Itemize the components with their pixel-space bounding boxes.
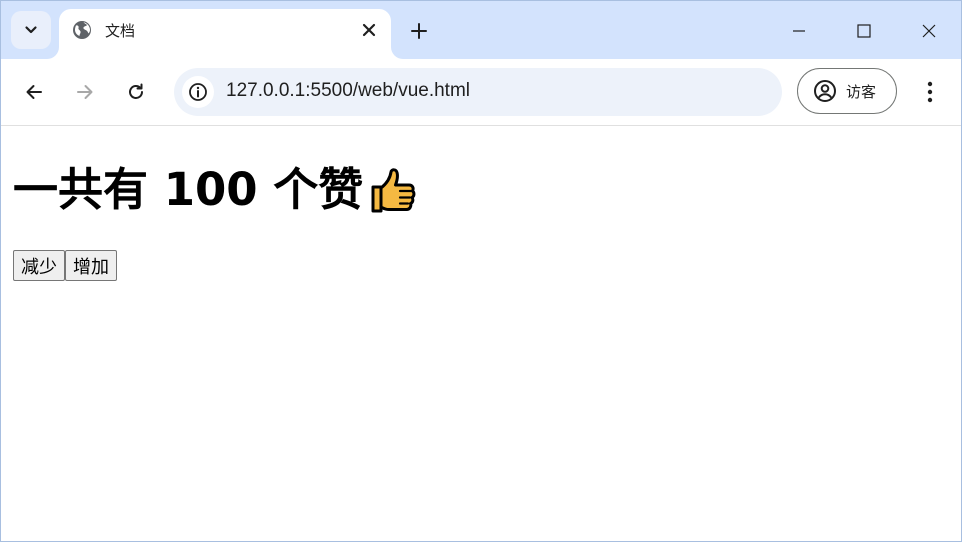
- likes-heading: 一共有 100 个赞: [13, 164, 417, 216]
- active-tab[interactable]: 文档: [59, 9, 391, 59]
- browser-menu-button[interactable]: [915, 75, 945, 109]
- account-circle-icon: [814, 80, 836, 102]
- plus-icon: [411, 23, 427, 39]
- page-content: 一共有 100 个赞 减少 增加: [1, 126, 961, 541]
- increase-button[interactable]: 增加: [65, 250, 117, 281]
- back-button[interactable]: [17, 75, 51, 109]
- more-vertical-icon: [927, 81, 933, 103]
- browser-toolbar: 127.0.0.1:5500/web/vue.html 访客: [1, 59, 961, 126]
- close-icon: [362, 23, 376, 37]
- reload-icon: [129, 83, 143, 99]
- browser-window: 文档 127.0.0.1:5500/web/vue.html 访客 一共有 10…: [0, 0, 962, 542]
- minimize-button[interactable]: [779, 13, 819, 49]
- minimize-icon: [793, 30, 805, 32]
- tab-strip: 文档: [1, 1, 961, 59]
- reload-button[interactable]: [119, 75, 153, 109]
- profile-label: 访客: [846, 82, 877, 101]
- new-tab-button[interactable]: [405, 17, 433, 45]
- close-icon: [922, 24, 936, 38]
- maximize-button[interactable]: [844, 13, 884, 49]
- forward-button[interactable]: [68, 75, 102, 109]
- address-bar[interactable]: 127.0.0.1:5500/web/vue.html: [174, 68, 782, 116]
- tab-title: 文档: [105, 22, 136, 40]
- site-info-button[interactable]: [182, 76, 214, 108]
- heading-suffix: 个赞: [273, 163, 364, 216]
- thumbs-up-icon: [371, 168, 416, 213]
- chevron-down-icon: [25, 26, 37, 34]
- arrow-left-icon: [26, 85, 42, 99]
- tab-search-button[interactable]: [11, 11, 51, 49]
- url-text[interactable]: 127.0.0.1:5500/web/vue.html: [226, 80, 470, 102]
- like-count: 100: [163, 163, 258, 216]
- profile-button[interactable]: 访客: [797, 68, 897, 114]
- info-icon: [189, 83, 207, 101]
- maximize-icon: [857, 24, 871, 38]
- arrow-right-icon: [77, 85, 93, 99]
- window-close-button[interactable]: [909, 13, 949, 49]
- button-row: 减少 增加: [13, 250, 117, 281]
- tab-close-button[interactable]: [357, 18, 381, 42]
- globe-icon: [73, 21, 91, 39]
- heading-prefix: 一共有: [13, 163, 149, 216]
- decrease-button[interactable]: 减少: [13, 250, 65, 281]
